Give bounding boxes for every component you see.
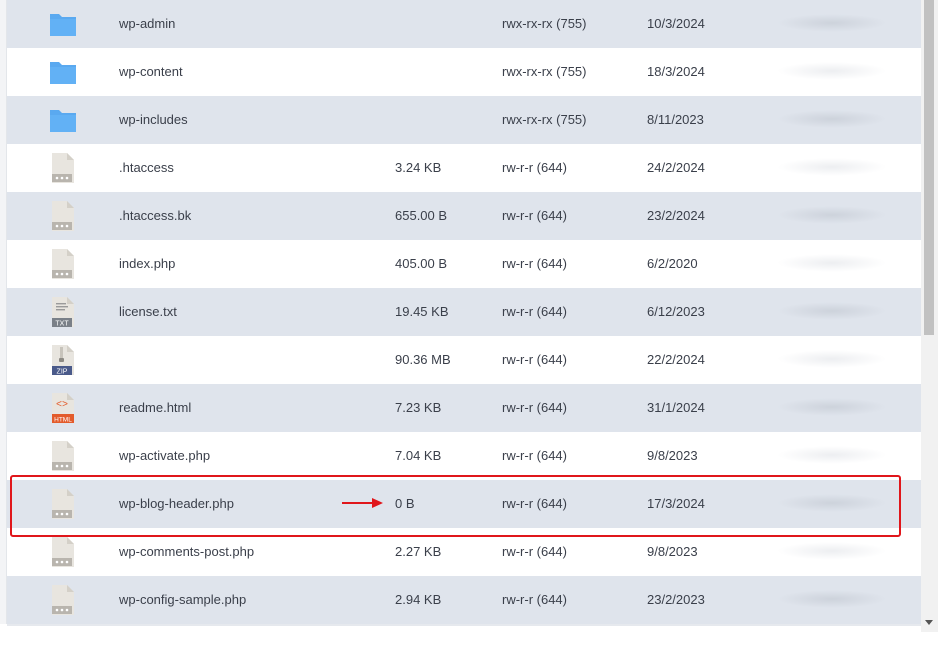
file-manager: wp-admin rwx-rx-rx (755) 10/3/2024 wp-conte…	[0, 0, 944, 649]
file-row[interactable]: wp-activate.php 7.04 KB rw-r-r (644) 9/8/20…	[7, 432, 921, 480]
file-name: readme.html	[119, 400, 192, 415]
file-permissions: rw-r-r (644)	[502, 400, 567, 415]
file-icon	[49, 536, 77, 568]
redacted-owner	[777, 14, 887, 32]
file-size: 7.23 KB	[395, 400, 442, 415]
file-permissions: rwx-rx-rx (755)	[502, 112, 587, 127]
file-permissions: rw-r-r (644)	[502, 256, 567, 271]
file-icon	[49, 152, 77, 184]
file-permissions: rw-r-r (644)	[502, 448, 567, 463]
file-row[interactable]: wp-includes rwx-rx-rx (755) 8/11/2023	[7, 96, 921, 144]
file-row[interactable]: wp-config-sample.php 2.94 KB rw-r-r (644) 2…	[7, 576, 921, 624]
file-permissions: rw-r-r (644)	[502, 592, 567, 607]
redacted-owner	[777, 590, 887, 608]
redacted-owner	[777, 62, 887, 80]
file-icon	[49, 440, 77, 472]
redacted-owner	[777, 110, 887, 128]
file-row[interactable]: index.php 405.00 B rw-r-r (644) 6/2/2020	[7, 240, 921, 288]
annotation-arrow-line	[342, 502, 374, 504]
svg-text:TXT: TXT	[55, 321, 69, 328]
file-name: index.php	[119, 256, 176, 271]
file-modified-date: 23/2/2024	[647, 208, 705, 223]
file-modified-date: 9/8/2023	[647, 448, 698, 463]
file-modified-date: 18/3/2024	[647, 64, 705, 79]
file-name: license.txt	[119, 304, 177, 319]
file-row[interactable]: .htaccess.bk 655.00 B rw-r-r (644) 23/2/202…	[7, 192, 921, 240]
annotation-highlight-box	[10, 475, 901, 537]
file-size: 7.04 KB	[395, 448, 442, 463]
folder-icon	[49, 56, 77, 88]
file-name: wp-content	[119, 64, 183, 79]
file-name: wp-admin	[119, 16, 176, 31]
redacted-owner	[777, 398, 887, 416]
redacted-owner	[777, 542, 887, 560]
file-name: wp-includes	[119, 112, 188, 127]
svg-text:ZIP: ZIP	[57, 369, 68, 376]
file-modified-date: 6/2/2020	[647, 256, 698, 271]
svg-text:<>: <>	[56, 400, 68, 411]
vertical-scrollbar[interactable]	[921, 0, 938, 632]
file-size: 2.27 KB	[395, 544, 442, 559]
file-modified-date: 24/2/2024	[647, 160, 705, 175]
redacted-owner	[777, 158, 887, 176]
zip-file-icon: ZIP	[49, 344, 77, 376]
redacted-owner	[777, 254, 887, 272]
file-name: wp-config-sample.php	[119, 592, 247, 607]
file-row[interactable]: ZIP 90.36 MB rw-r-r (644) 22/2/2024	[7, 336, 921, 384]
file-icon	[49, 248, 77, 280]
redacted-owner	[777, 446, 887, 464]
file-size: 3.24 KB	[395, 160, 442, 175]
annotation-arrow-icon	[372, 498, 383, 508]
file-modified-date: 10/3/2024	[647, 16, 705, 31]
redacted-owner	[777, 350, 887, 368]
file-name: wp-activate.php	[119, 448, 211, 463]
file-size: 90.36 MB	[395, 352, 451, 367]
file-size: 655.00 B	[395, 208, 448, 223]
file-row[interactable]: wp-content rwx-rx-rx (755) 18/3/2024	[7, 48, 921, 96]
file-permissions: rw-r-r (644)	[502, 544, 567, 559]
list-bottom-border	[7, 624, 921, 626]
txt-file-icon: TXT	[49, 296, 77, 328]
html-file-icon: <> HTML	[49, 392, 77, 424]
file-row[interactable]: <> HTML readme.html 7.23 KB rw-r-r (644) 31/1…	[7, 384, 921, 432]
file-icon	[49, 200, 77, 232]
file-row[interactable]: TXT license.txt 19.45 KB rw-r-r (644) 6/12/2…	[7, 288, 921, 336]
file-row[interactable]: .htaccess 3.24 KB rw-r-r (644) 24/2/2024	[7, 144, 921, 192]
file-permissions: rw-r-r (644)	[502, 160, 567, 175]
redacted-owner	[777, 206, 887, 224]
file-name: .htaccess	[119, 160, 174, 175]
file-modified-date: 9/8/2023	[647, 544, 698, 559]
file-icon	[49, 584, 77, 616]
svg-text:HTML: HTML	[54, 417, 72, 424]
folder-icon	[49, 104, 77, 136]
file-row[interactable]: wp-admin rwx-rx-rx (755) 10/3/2024	[7, 0, 921, 48]
scrollbar-thumb[interactable]	[924, 0, 934, 335]
scroll-down-arrow-icon[interactable]	[925, 620, 933, 625]
file-permissions: rw-r-r (644)	[502, 304, 567, 319]
left-border	[0, 0, 7, 624]
file-name: wp-comments-post.php	[119, 544, 255, 559]
file-modified-date: 23/2/2023	[647, 592, 705, 607]
file-permissions: rwx-rx-rx (755)	[502, 16, 587, 31]
file-permissions: rw-r-r (644)	[502, 352, 567, 367]
file-name: .htaccess.bk	[119, 208, 192, 223]
file-modified-date: 22/2/2024	[647, 352, 705, 367]
file-permissions: rwx-rx-rx (755)	[502, 64, 587, 79]
file-size: 19.45 KB	[395, 304, 449, 319]
file-modified-date: 31/1/2024	[647, 400, 705, 415]
file-permissions: rw-r-r (644)	[502, 208, 567, 223]
redacted-owner	[777, 302, 887, 320]
file-modified-date: 8/11/2023	[647, 112, 704, 127]
folder-icon	[49, 8, 77, 40]
file-size: 405.00 B	[395, 256, 448, 271]
file-size: 2.94 KB	[395, 592, 442, 607]
file-modified-date: 6/12/2023	[647, 304, 705, 319]
